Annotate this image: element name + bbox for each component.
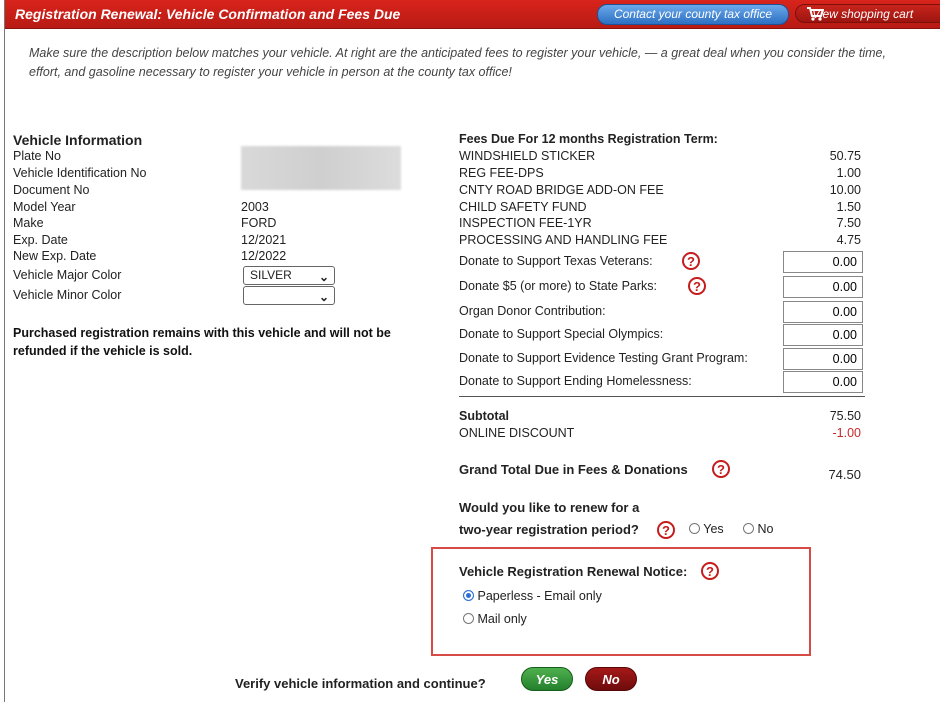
- donation-label-organ: Organ Donor Contribution:: [459, 304, 606, 318]
- donation-veterans-input[interactable]: [783, 251, 863, 273]
- two-year-question-line2: two-year registration period?: [459, 522, 639, 537]
- fee-value: 4.75: [836, 233, 861, 247]
- two-year-no-option[interactable]: No: [743, 522, 773, 536]
- document-label: Document No: [13, 183, 90, 197]
- help-icon[interactable]: ?: [701, 562, 719, 580]
- fees-heading: Fees Due For 12 months Registration Term…: [459, 132, 718, 146]
- verify-yes-button[interactable]: Yes: [521, 667, 573, 691]
- fee-value: 7.50: [836, 216, 861, 230]
- donation-label-veterans: Donate to Support Texas Veterans:: [459, 254, 653, 268]
- fee-value: 50.75: [829, 149, 861, 163]
- paperless-option[interactable]: Paperless - Email only: [463, 589, 602, 603]
- page-title: Registration Renewal: Vehicle Confirmati…: [15, 6, 401, 22]
- discount-value: -1.00: [832, 426, 862, 440]
- verify-no-button[interactable]: No: [585, 667, 637, 691]
- grand-total-value: 74.50: [828, 467, 861, 482]
- two-year-yes-option[interactable]: Yes: [689, 522, 724, 536]
- page-frame: Registration Renewal: Vehicle Confirmati…: [4, 0, 940, 702]
- fee-label: WINDSHIELD STICKER: [459, 149, 596, 163]
- donation-label-parks: Donate $5 (or more) to State Parks:: [459, 279, 658, 293]
- divider: [459, 396, 865, 397]
- fee-label: REG FEE-DPS: [459, 166, 544, 180]
- help-icon[interactable]: ?: [688, 277, 706, 295]
- two-year-question-line1: Would you like to renew for a: [459, 500, 640, 515]
- exp-date-label: Exp. Date: [13, 233, 68, 247]
- vehicle-info-heading: Vehicle Information: [13, 132, 143, 148]
- fee-label: CNTY ROAD BRIDGE ADD-ON FEE: [459, 183, 664, 197]
- two-year-yes-radio[interactable]: [689, 523, 700, 534]
- discount-label: ONLINE DISCOUNT: [459, 426, 575, 440]
- exp-date-value: 12/2021: [241, 233, 287, 247]
- vin-label: Vehicle Identification No: [13, 166, 147, 180]
- fee-label: CHILD SAFETY FUND: [459, 200, 587, 214]
- plate-label: Plate No: [13, 149, 61, 163]
- contact-county-link[interactable]: Contact your county tax office: [597, 4, 789, 25]
- paperless-label: Paperless - Email only: [477, 589, 602, 603]
- major-color-value: SILVER: [250, 268, 292, 282]
- redacted-vehicle-ids: [241, 146, 401, 190]
- mail-radio[interactable]: [463, 613, 474, 624]
- donation-homeless-input[interactable]: [783, 371, 863, 393]
- make-label: Make: [13, 216, 44, 230]
- fee-label: PROCESSING AND HANDLING FEE: [459, 233, 668, 247]
- two-year-no-label: No: [757, 522, 774, 536]
- fee-value: 1.50: [836, 200, 861, 214]
- major-color-label: Vehicle Major Color: [13, 268, 122, 282]
- mail-label: Mail only: [477, 612, 527, 626]
- chevron-down-icon: ⌄: [318, 290, 329, 304]
- donation-evidence-input[interactable]: [783, 348, 863, 370]
- fee-value: 10.00: [829, 183, 861, 197]
- two-year-yes-label: Yes: [703, 522, 724, 536]
- help-icon[interactable]: ?: [712, 460, 730, 478]
- paperless-radio[interactable]: [463, 590, 474, 601]
- fee-value: 1.00: [836, 166, 861, 180]
- minor-color-label: Vehicle Minor Color: [13, 288, 122, 302]
- subtotal-value: 75.50: [829, 409, 861, 423]
- shopping-cart-icon: [807, 7, 824, 21]
- view-cart-link[interactable]: View shopping cart: [795, 4, 940, 23]
- chevron-down-icon: ⌄: [318, 270, 329, 284]
- help-icon[interactable]: ?: [657, 521, 675, 539]
- donation-parks-input[interactable]: [783, 276, 863, 298]
- model-year-value: 2003: [241, 200, 269, 214]
- donation-label-evidence: Donate to Support Evidence Testing Grant…: [459, 351, 748, 365]
- two-year-no-radio[interactable]: [743, 523, 754, 534]
- verify-text: Verify vehicle information and continue?: [235, 676, 486, 691]
- subtotal-label: Subtotal: [459, 409, 509, 423]
- title-bar: Registration Renewal: Vehicle Confirmati…: [5, 0, 940, 29]
- donation-olympics-input[interactable]: [783, 324, 863, 346]
- donation-label-homeless: Donate to Support Ending Homelessness:: [459, 374, 692, 388]
- mail-option[interactable]: Mail only: [463, 612, 527, 626]
- instruction-text: Make sure the description below matches …: [29, 46, 886, 79]
- refund-warning: Purchased registration remains with this…: [13, 326, 391, 358]
- model-year-label: Model Year: [13, 200, 76, 214]
- renewal-notice-heading: Vehicle Registration Renewal Notice:: [459, 564, 688, 579]
- donation-label-olympics: Donate to Support Special Olympics:: [459, 327, 664, 341]
- minor-color-select[interactable]: ⌄: [243, 286, 335, 305]
- grand-total-label: Grand Total Due in Fees & Donations: [459, 462, 688, 477]
- make-value: FORD: [241, 216, 277, 230]
- donation-organ-input[interactable]: [783, 301, 863, 323]
- major-color-select[interactable]: SILVER ⌄: [243, 266, 335, 285]
- view-cart-label: View shopping cart: [812, 7, 914, 21]
- new-exp-date-label: New Exp. Date: [13, 249, 97, 263]
- fee-label: INSPECTION FEE-1YR: [459, 216, 592, 230]
- new-exp-date-value: 12/2022: [241, 249, 287, 263]
- help-icon[interactable]: ?: [682, 252, 700, 270]
